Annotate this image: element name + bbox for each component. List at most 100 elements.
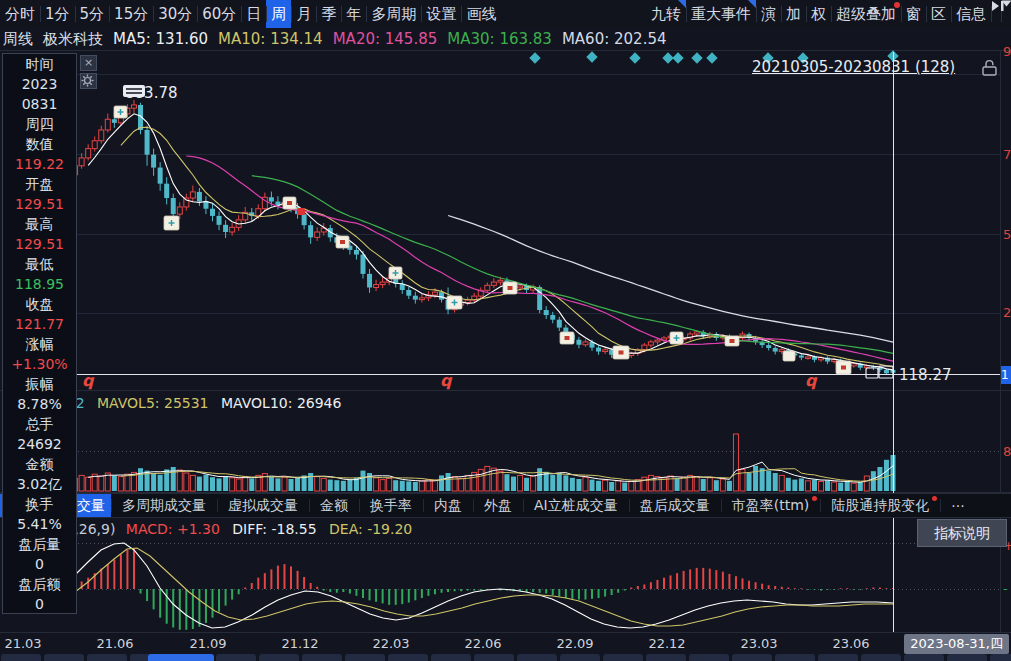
navigator-segment[interactable]: [474, 654, 514, 661]
dropdown-caret-icon[interactable]: [1001, 0, 1011, 28]
time-axis: 2023-08-31,四 21.0321.0621.0921.1222.0322…: [0, 632, 1011, 654]
panel-row: 0: [3, 594, 76, 614]
highest-price-label: 883.78: [122, 84, 178, 102]
tab-盘后成交量[interactable]: 盘后成交量: [629, 494, 721, 517]
navigator-segment[interactable]: [818, 654, 858, 661]
navigator-segment[interactable]: [216, 654, 256, 661]
toolbar-item-超级叠加[interactable]: 超级叠加: [831, 0, 901, 28]
navigator-segment[interactable]: [775, 654, 815, 661]
navigator-segment[interactable]: [904, 654, 944, 661]
navigator-segment[interactable]: [517, 654, 557, 661]
navigator-segment[interactable]: [947, 654, 987, 661]
navigator-segment[interactable]: [689, 654, 729, 661]
toolbar-item-信息[interactable]: 信息: [951, 0, 991, 28]
dea-value: DEA: -19.20: [329, 521, 412, 537]
panel-row: 24692: [3, 434, 76, 454]
toolbar-item-1分[interactable]: 1分: [40, 0, 75, 28]
navigator-segment[interactable]: [259, 654, 299, 661]
navigator-segment[interactable]: [861, 654, 901, 661]
navigator-segment[interactable]: [646, 654, 686, 661]
toolbar-item-周[interactable]: 周: [266, 0, 291, 28]
toolbar-item-30分[interactable]: 30分: [153, 0, 197, 28]
toolbar-item-60分[interactable]: 60分: [197, 0, 241, 28]
navigator-bar[interactable]: [0, 654, 1011, 661]
navigator-segment[interactable]: [1, 654, 41, 661]
navigator-segment[interactable]: [560, 654, 600, 661]
tab-外盘[interactable]: 外盘: [473, 494, 523, 517]
panel-row: 时间: [3, 54, 76, 74]
navigator-active-segment[interactable]: [148, 654, 214, 661]
navigator-segment[interactable]: [990, 654, 1011, 661]
toolbar-item-年[interactable]: 年: [341, 0, 366, 28]
axis-label: 21.09: [189, 636, 226, 651]
navigator-segment[interactable]: [345, 654, 385, 661]
toolbar-item-画线[interactable]: 画线: [461, 0, 501, 28]
navigator-segment[interactable]: [302, 654, 342, 661]
toolbar-item-窗[interactable]: 窗: [901, 0, 926, 28]
panel-row: 129.51: [3, 234, 76, 254]
panel-close-button[interactable]: ×: [80, 55, 97, 71]
toolbar-item-多周期[interactable]: 多周期: [366, 0, 421, 28]
panel-row: 涨幅: [3, 334, 76, 354]
price-axis-digit: 2: [1003, 305, 1011, 320]
price-axis-digit: 7: [1003, 147, 1011, 162]
panel-row: 收盘: [3, 294, 76, 314]
axis-label: 22.09: [556, 636, 593, 651]
indicator-help-button[interactable]: 指标说明: [917, 519, 1007, 547]
navigator-segment[interactable]: [431, 654, 471, 661]
tab-内盘[interactable]: 内盘: [423, 494, 473, 517]
tab-···[interactable]: ···: [940, 494, 975, 517]
toolbar-item-设置[interactable]: 设置: [421, 0, 461, 28]
date-range-label[interactable]: 20210305-20230831 (128): [752, 58, 955, 76]
toolbar: 分时1分5分15分30分60分日周月季年多周期设置画线 九转重大事件演加权超级叠…: [0, 0, 1011, 28]
toolbar-item-加[interactable]: 加: [781, 0, 806, 28]
tab-金额[interactable]: 金额: [309, 494, 359, 517]
axis-label: 21.06: [96, 636, 133, 651]
diff-value: DIFF: -18.55: [232, 521, 316, 537]
toolbar-item-演[interactable]: 演: [756, 0, 781, 28]
ma4-label: MA60: 202.54: [562, 30, 667, 48]
ma3-label: MA30: 163.83: [447, 30, 552, 48]
axis-label: 23.06: [832, 636, 869, 651]
panel-row: 盘后额: [3, 574, 76, 594]
current-price-tag: 1: [1001, 366, 1011, 384]
ex-rights-marker: q: [82, 371, 93, 390]
toolbar-item-月[interactable]: 月: [291, 0, 316, 28]
tab-AI立桩成交量[interactable]: AI立桩成交量: [523, 494, 629, 517]
navigator-segment[interactable]: [87, 654, 127, 661]
navigator-segment[interactable]: [44, 654, 84, 661]
skip-to-latest-icon[interactable]: [991, 0, 1001, 28]
tab-市盈率(ttm)[interactable]: 市盈率(ttm): [721, 494, 821, 517]
panel-row: 总手: [3, 414, 76, 434]
toolbar-item-15分[interactable]: 15分: [109, 0, 153, 28]
toolbar-item-分时[interactable]: 分时: [0, 0, 40, 28]
ex-rights-marker: q: [805, 371, 816, 390]
toolbar-item-5分[interactable]: 5分: [75, 0, 110, 28]
tab-多周期成交量[interactable]: 多周期成交量: [111, 494, 217, 517]
axis-label: 23.03: [740, 636, 777, 651]
price-axis-digit: 9: [1003, 44, 1011, 59]
panel-row: 最高: [3, 214, 76, 234]
toolbar-item-区[interactable]: 区: [926, 0, 951, 28]
toolbar-right: 九转重大事件演加权超级叠加窗区信息: [646, 0, 1011, 28]
navigator-segment[interactable]: [388, 654, 428, 661]
toolbar-item-季[interactable]: 季: [316, 0, 341, 28]
toolbar-item-九转[interactable]: 九转: [646, 0, 686, 28]
volume-axis-digit: 8: [1003, 444, 1011, 459]
panel-settings-button[interactable]: [80, 73, 97, 89]
toolbar-item-日[interactable]: 日: [241, 0, 266, 28]
panel-row: 最低: [3, 254, 76, 274]
panel-row: 0831: [3, 94, 76, 114]
navigator-segment[interactable]: [603, 654, 643, 661]
panel-row: 周四: [3, 114, 76, 134]
toolbar-item-权[interactable]: 权: [806, 0, 831, 28]
tab-换手率[interactable]: 换手率: [359, 494, 423, 517]
toolbar-item-重大事件[interactable]: 重大事件: [686, 0, 756, 28]
navigator-segment[interactable]: [732, 654, 772, 661]
lock-icon[interactable]: [981, 58, 999, 78]
panel-row: 5.41%: [3, 514, 76, 534]
mavol5-label: MAVOL5: 25531: [97, 395, 209, 411]
tab-虚拟成交量[interactable]: 虚拟成交量: [217, 494, 309, 517]
panel-row: 3.02亿: [3, 474, 76, 494]
tab-陆股通持股变化[interactable]: 陆股通持股变化: [820, 494, 940, 517]
